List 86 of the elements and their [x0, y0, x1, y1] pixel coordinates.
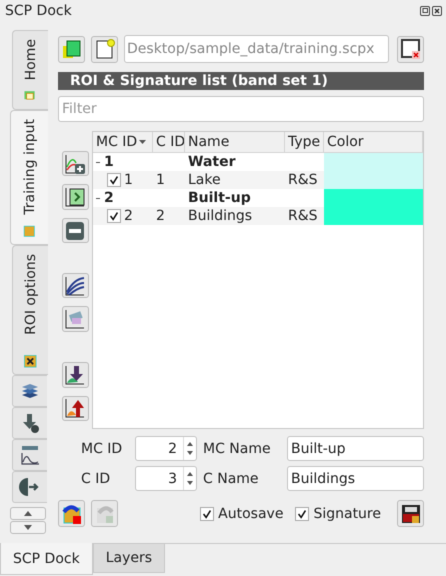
clear-file-icon [400, 38, 422, 60]
side-tab[interactable]: ROI options [12, 245, 48, 375]
spin-arrows-icon[interactable] [183, 467, 196, 490]
tool-button[interactable] [62, 306, 88, 332]
checkbox[interactable] [107, 209, 121, 223]
side-tab[interactable]: Training input [10, 110, 48, 245]
checkbox[interactable] [200, 506, 214, 520]
side-tab[interactable] [12, 407, 47, 439]
side-tab[interactable] [12, 439, 47, 471]
side-tab[interactable] [12, 375, 47, 407]
undo-button[interactable] [58, 500, 85, 527]
new-file-icon [60, 38, 82, 60]
color-swatch[interactable] [324, 171, 423, 189]
field-label: C Name [203, 470, 260, 486]
import-icon [64, 364, 86, 386]
column-header[interactable]: Type [285, 132, 324, 152]
color-swatch[interactable] [324, 207, 423, 225]
type: R&S [288, 208, 318, 224]
up-arrow-icon [24, 511, 32, 516]
column-header[interactable]: Color [324, 132, 423, 152]
dock-tab[interactable]: Layers [92, 544, 166, 573]
collapse-icon[interactable] [96, 160, 101, 164]
side-tab[interactable]: Home [12, 30, 48, 110]
mc-id-spinbox[interactable]: 2 [135, 436, 197, 461]
field-label: C ID [81, 470, 112, 486]
tool-button[interactable] [62, 362, 88, 388]
type: R&S [288, 172, 318, 188]
mc-id: 2 [124, 208, 133, 224]
c-name-field[interactable]: Buildings [287, 466, 424, 491]
field-label: MC Name [203, 440, 272, 456]
scatter-plot-icon [64, 308, 86, 330]
down-arrow-icon [24, 525, 32, 530]
remove-icon [64, 220, 86, 242]
collapse-icon[interactable] [96, 196, 101, 200]
spectrum-icon [19, 444, 41, 466]
checkbox[interactable] [295, 506, 310, 520]
file-path-field[interactable]: Desktop/sample_data/training.scpx [124, 35, 389, 63]
window-title: SCP Dock [5, 3, 72, 19]
add-plot-icon [64, 152, 86, 175]
float-icon[interactable] [420, 6, 430, 16]
color-swatch[interactable] [324, 189, 423, 207]
mc-id: 1 [104, 154, 114, 170]
c-id: 2 [156, 208, 165, 224]
undo-icon [60, 502, 82, 524]
tool-button[interactable] [62, 272, 88, 298]
tool-button[interactable] [62, 218, 88, 244]
side-tab[interactable] [12, 471, 47, 503]
section-header: ROI & Signature list (band set 1) [58, 72, 424, 90]
class-name: Water [188, 154, 236, 170]
line-plot-icon [64, 274, 86, 297]
dock-tab[interactable]: SCP Dock [0, 543, 93, 575]
scroll-up-button[interactable] [10, 507, 46, 520]
column-header[interactable]: C ID [153, 132, 185, 152]
color-swatch[interactable] [324, 153, 423, 171]
class-name: Buildings [188, 208, 252, 224]
c-id-spinbox[interactable]: 3 [135, 466, 197, 491]
open-file-icon [94, 38, 116, 60]
filter-field[interactable]: Filter [58, 96, 424, 122]
save-button[interactable] [397, 500, 424, 527]
c-id: 1 [156, 172, 165, 188]
close-icon[interactable] [432, 6, 442, 16]
open-file-button[interactable] [91, 36, 118, 62]
reset-file-button[interactable] [397, 36, 424, 62]
column-header[interactable]: MC ID [93, 132, 153, 152]
tool-button[interactable] [62, 151, 88, 176]
class-name: Built-up [188, 190, 251, 206]
export-icon [64, 397, 86, 420]
tool-button[interactable] [62, 396, 88, 421]
new-file-button[interactable] [58, 36, 85, 62]
tool-button[interactable] [62, 184, 88, 210]
scroll-down-button[interactable] [10, 521, 46, 534]
arrow-right-icon [64, 186, 86, 208]
column-header[interactable]: Name [185, 132, 285, 152]
tools-icon [22, 354, 38, 370]
class-name: Lake [188, 172, 221, 188]
mc-id: 1 [124, 172, 133, 188]
checkbox-label: Autosave [218, 506, 284, 522]
checkbox-label: Signature [313, 506, 381, 522]
field-label: MC ID [81, 440, 124, 456]
spin-arrows-icon[interactable] [183, 437, 196, 460]
mc-id: 2 [104, 190, 114, 206]
save-icon [400, 502, 422, 524]
export-icon [19, 476, 41, 498]
checkbox[interactable] [107, 173, 121, 187]
mc-name-field[interactable]: Built-up [287, 436, 424, 461]
sort-icon [139, 140, 146, 144]
